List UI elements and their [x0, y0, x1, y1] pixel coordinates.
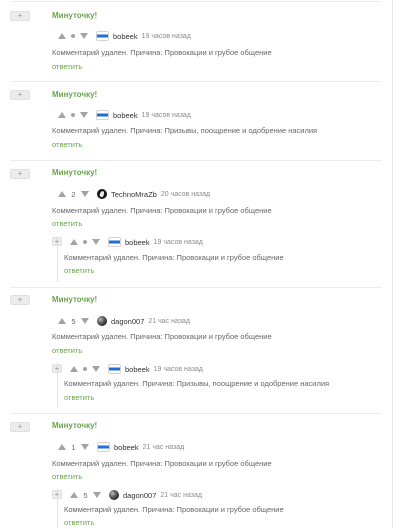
comment-header: 2 TechnoMraZb 20 часов назад [58, 187, 210, 201]
upvote-icon[interactable] [58, 33, 66, 39]
comment-text: Комментарий удален. Причина: Призывы, по… [64, 379, 330, 388]
avatar[interactable] [108, 237, 121, 247]
collapse-thread-button[interactable]: + [10, 11, 30, 21]
upvote-icon[interactable] [70, 366, 78, 372]
score-neutral-icon [71, 34, 75, 38]
comment-header: bobeek 19 часов назад [58, 29, 191, 43]
upvote-icon[interactable] [58, 318, 66, 324]
comment-header: 5 dagon007 21 час назад [58, 314, 190, 328]
comment-text: Комментарий удален. Причина: Провокации … [52, 332, 272, 341]
comment-text: Комментарий удален. Причина: Провокации … [64, 253, 284, 262]
collapse-thread-button[interactable]: + [10, 169, 30, 179]
downvote-icon[interactable] [92, 239, 100, 245]
avatar[interactable] [96, 110, 109, 120]
downvote-icon[interactable] [81, 191, 89, 197]
comment-time[interactable]: 21 час назад [143, 444, 185, 451]
collapse-reply-button[interactable]: + [52, 364, 62, 373]
avatar[interactable] [97, 316, 107, 326]
avatar[interactable] [108, 364, 121, 374]
score-neutral-icon [83, 240, 87, 244]
comment-author[interactable]: bobeek [125, 365, 150, 374]
downvote-icon[interactable] [92, 366, 100, 372]
page-right-border [392, 0, 393, 528]
upvote-icon[interactable] [70, 239, 78, 245]
comment-text: Комментарий удален. Причина: Призывы, по… [52, 126, 318, 135]
comment-text: Комментарий удален. Причина: Провокации … [52, 459, 272, 468]
thread-marker: Минуточку! [52, 421, 98, 430]
thread-separator [10, 413, 382, 414]
reply-link[interactable]: ответить [52, 218, 82, 230]
collapse-reply-button[interactable]: + [52, 237, 62, 246]
comment-score: 5 [71, 316, 76, 326]
downvote-icon[interactable] [80, 112, 88, 118]
comment-header: bobeek 19 часов назад [58, 108, 191, 122]
comment-score: 5 [83, 490, 88, 500]
avatar[interactable] [97, 442, 110, 452]
reply-link[interactable]: ответить [64, 392, 94, 404]
comment-author[interactable]: bobeek [113, 111, 138, 120]
collapse-thread-button[interactable]: + [10, 295, 30, 305]
avatar[interactable] [109, 490, 119, 500]
thread-marker: Минуточку! [52, 295, 98, 304]
comment-score: 2 [71, 189, 76, 199]
score-neutral-icon [83, 367, 87, 371]
reply-link[interactable]: ответить [52, 345, 82, 357]
comment-time[interactable]: 20 часов назад [161, 191, 210, 198]
collapse-thread-button[interactable]: + [10, 422, 30, 432]
downvote-icon[interactable] [93, 492, 101, 498]
comment-time[interactable]: 19 часов назад [142, 112, 191, 119]
downvote-icon[interactable] [81, 444, 89, 450]
reply-link[interactable]: ответить [52, 471, 82, 483]
reply-link[interactable]: ответить [64, 517, 94, 529]
upvote-icon[interactable] [58, 112, 66, 118]
comment-header: 5 dagon007 21 час назад [70, 488, 202, 502]
comment-header: 1 bobeek 21 час назад [58, 440, 184, 454]
comment-score: 1 [71, 442, 76, 452]
collapse-reply-button[interactable]: + [52, 490, 62, 499]
comment-author[interactable]: dagon007 [111, 317, 144, 326]
reply-link[interactable]: ответить [64, 265, 94, 277]
comment-author[interactable]: bobeek [114, 443, 139, 452]
comment-text: Комментарий удален. Причина: Провокации … [52, 206, 272, 215]
comment-author[interactable]: bobeek [113, 32, 138, 41]
comment-time[interactable]: 19 часов назад [142, 33, 191, 40]
reply-link[interactable]: ответить [52, 139, 82, 151]
upvote-icon[interactable] [70, 492, 78, 498]
thread-separator [10, 81, 382, 82]
comment-author[interactable]: bobeek [125, 238, 150, 247]
comment-time[interactable]: 21 час назад [160, 492, 202, 499]
comment-text: Комментарий удален. Причина: Провокации … [52, 48, 272, 57]
thread-marker: Минуточку! [52, 90, 98, 99]
comment-time[interactable]: 21 час назад [148, 318, 190, 325]
thread-separator [10, 287, 382, 288]
comment-author[interactable]: dagon007 [123, 491, 156, 500]
reply-link[interactable]: ответить [52, 61, 82, 73]
thread-marker: Минуточку! [52, 168, 98, 177]
score-neutral-icon [71, 113, 75, 117]
avatar[interactable] [96, 31, 109, 41]
upvote-icon[interactable] [58, 444, 66, 450]
comment-header: bobeek 19 часов назад [70, 362, 203, 376]
collapse-thread-button[interactable]: + [10, 90, 30, 100]
comment-time[interactable]: 19 часов назад [154, 366, 203, 373]
comment-time[interactable]: 19 часов назад [154, 239, 203, 246]
thread-marker: Минуточку! [52, 11, 98, 20]
thread-separator [10, 1, 382, 2]
comment-header: bobeek 19 часов назад [70, 235, 203, 249]
downvote-icon[interactable] [81, 318, 89, 324]
downvote-icon[interactable] [80, 33, 88, 39]
comment-text: Комментарий удален. Причина: Провокации … [64, 505, 284, 514]
thread-separator [10, 160, 382, 161]
comment-author[interactable]: TechnoMraZb [111, 190, 157, 199]
upvote-icon[interactable] [58, 191, 66, 197]
avatar[interactable] [97, 189, 107, 199]
